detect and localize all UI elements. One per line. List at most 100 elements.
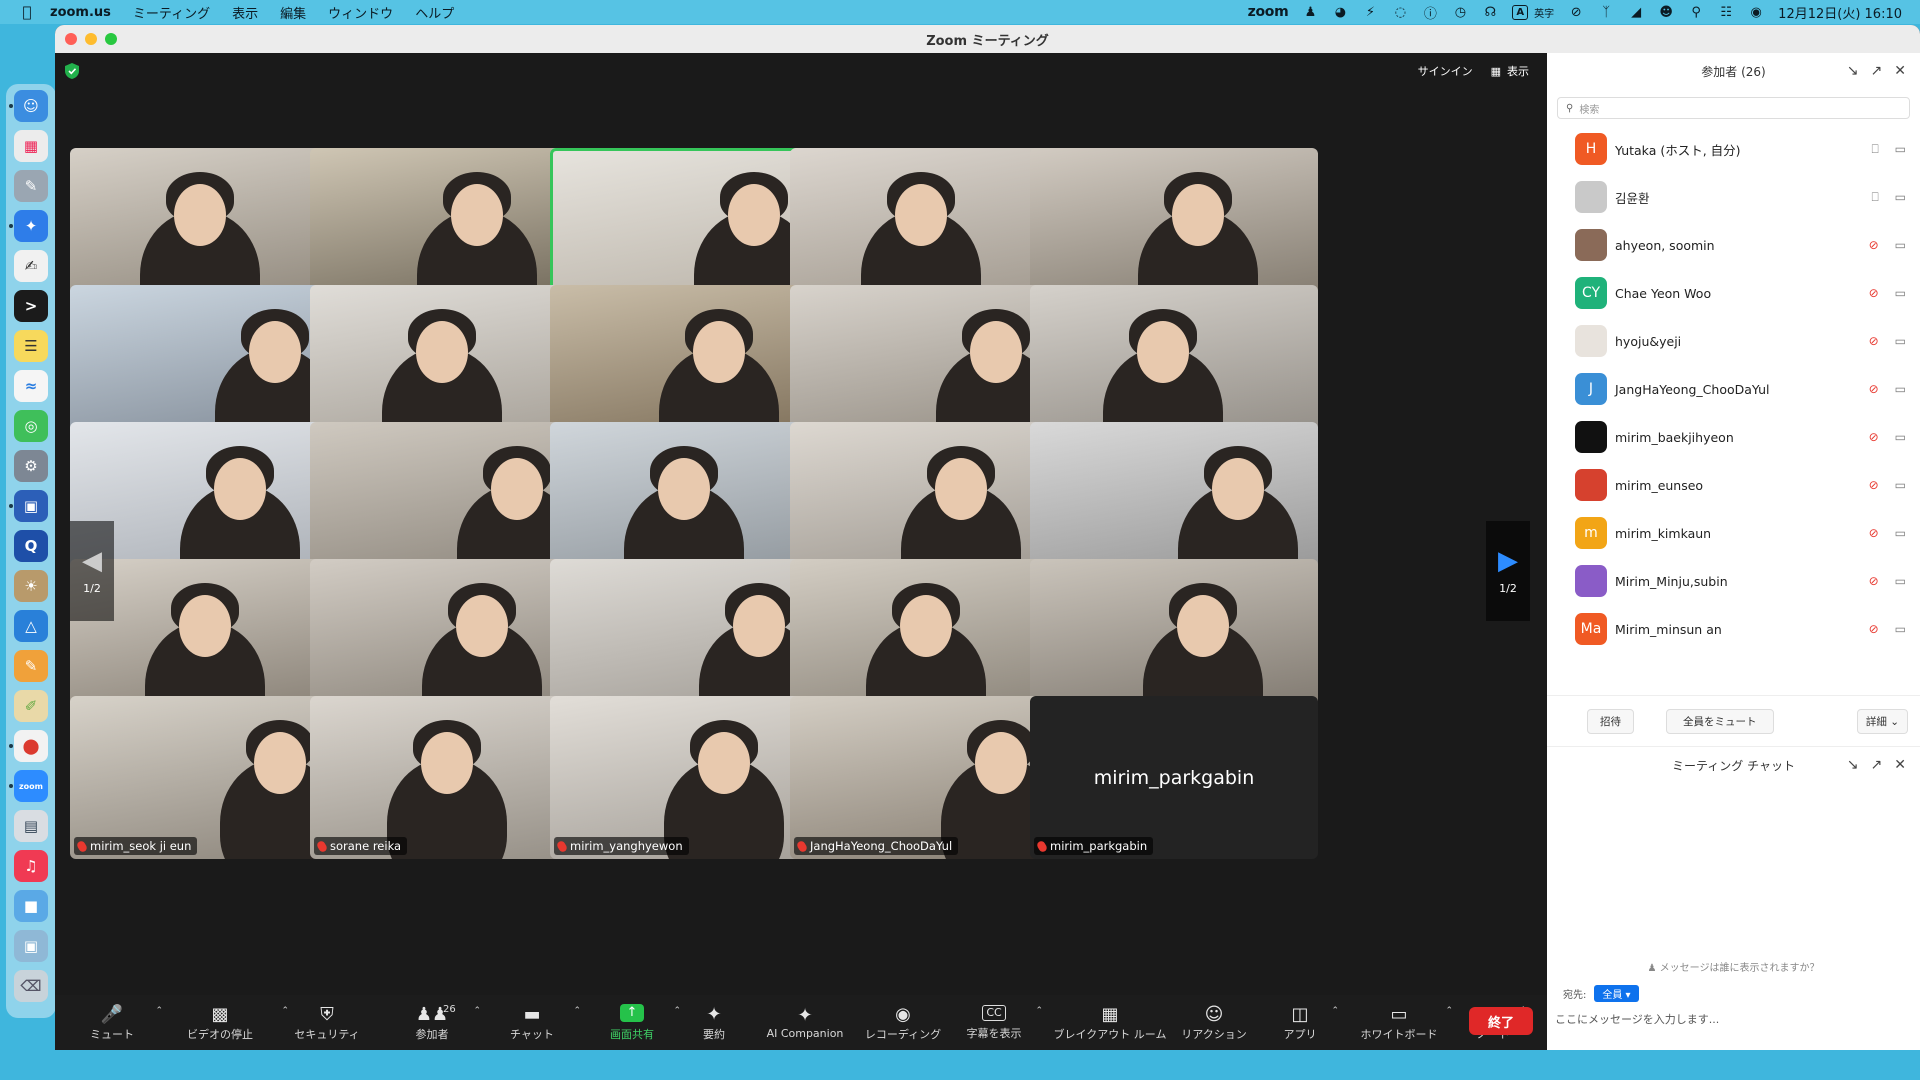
quicktime-icon[interactable]: Q xyxy=(14,530,48,562)
video-camera-icon[interactable]: ▭ xyxy=(1895,526,1906,540)
stop-video-button[interactable]: ▩ ビデオの停止 ⌃ xyxy=(165,998,289,1048)
whiteboard-options-caret[interactable]: ⌃ xyxy=(1445,1006,1453,1016)
summary-button[interactable]: ✦ 要約 xyxy=(689,998,739,1048)
participant-row[interactable]: mirim_eunseo ⊘ ▭ xyxy=(1547,461,1920,509)
chat-message-input[interactable] xyxy=(1555,1009,1895,1029)
siri-icon[interactable]: ◉ xyxy=(1748,4,1764,20)
script-editor-icon[interactable]: ✍ xyxy=(14,250,48,282)
menu-help[interactable]: ヘルプ xyxy=(415,3,454,22)
zoom-status-item[interactable]: zoom xyxy=(1248,4,1289,20)
record-button[interactable]: ◉ レコーディング xyxy=(861,998,945,1048)
script-icon[interactable]: ✐ xyxy=(14,690,48,722)
finder-icon[interactable]: ☺ xyxy=(9,90,48,122)
video-camera-icon[interactable]: ▭ xyxy=(1895,430,1906,444)
ai-companion-button[interactable]: ✦ AI Companion xyxy=(757,998,853,1048)
zoom-dock-icon[interactable]: zoom xyxy=(9,770,48,802)
terminal-icon[interactable]: > xyxy=(14,290,48,322)
participant-row[interactable]: CY Chae Yeon Woo ⊘ ▭ xyxy=(1547,269,1920,317)
breakout-rooms-button[interactable]: ▦ ブレイクアウト ルーム xyxy=(1051,998,1169,1048)
music-icon[interactable]: ♫ xyxy=(14,850,48,882)
invite-button[interactable]: 招待 xyxy=(1587,708,1634,734)
control-center-icon[interactable]: ☷ xyxy=(1718,4,1734,20)
pages-icon[interactable]: ✎ xyxy=(14,650,48,682)
security-button[interactable]: ⛨ セキュリティ xyxy=(287,998,367,1048)
bolt-icon[interactable]: ⚡ xyxy=(1362,4,1378,20)
mute-all-button[interactable]: 全員をミュート xyxy=(1666,708,1774,734)
wifi-icon[interactable]: ◢ xyxy=(1628,4,1644,20)
close-icon[interactable]: ✕ xyxy=(1894,63,1906,79)
mic-muted-icon[interactable]: ⊘ xyxy=(1869,526,1879,540)
participant-search[interactable]: ⚲ 検索 xyxy=(1557,97,1910,119)
menu-window[interactable]: ウィンドウ xyxy=(328,3,393,22)
video-camera-icon[interactable]: ▭ xyxy=(1895,574,1906,588)
popout-icon[interactable]: ↗ xyxy=(1871,63,1883,79)
chat-collapse-icon[interactable]: ↘ xyxy=(1847,757,1859,773)
findmy-icon[interactable]: ◎ xyxy=(14,410,48,442)
participant-row[interactable]: Mirim_Minju,subin ⊘ ▭ xyxy=(1547,557,1920,605)
wifi-off-icon[interactable]: ⊘ xyxy=(1568,4,1584,20)
participant-row[interactable]: Ma Mirim_minsun an ⊘ ▭ xyxy=(1547,605,1920,653)
chrome-icon[interactable]: ⬤ xyxy=(9,730,48,762)
participants-button[interactable]: ♟♟ 26 参加者 ⌃ xyxy=(397,998,482,1048)
encryption-shield-icon[interactable] xyxy=(65,63,79,79)
bluetooth-icon[interactable]: ᛉ xyxy=(1598,4,1614,20)
keynote-icon[interactable]: △ xyxy=(14,610,48,642)
previous-page-button[interactable]: ◀ 1/2 xyxy=(70,521,114,621)
video-camera-icon[interactable]: ▭ xyxy=(1895,622,1906,636)
freeform-icon[interactable]: ≈ xyxy=(14,370,48,402)
chat-close-icon[interactable]: ✕ xyxy=(1894,757,1906,773)
recipient-select[interactable]: 全員 ▾ xyxy=(1594,985,1639,1002)
info-icon[interactable]: ⓘ xyxy=(1422,4,1438,22)
menu-edit[interactable]: 編集 xyxy=(280,3,306,22)
share-options-caret[interactable]: ⌃ xyxy=(673,1006,681,1016)
video-tile[interactable]: mirim_parkgabin mirim_parkgabin xyxy=(1030,696,1318,859)
user-icon[interactable]: ☻ xyxy=(1658,4,1674,20)
menu-meeting[interactable]: ミーティング xyxy=(133,3,210,22)
screenshot-folder-icon[interactable]: ▣ xyxy=(14,930,48,962)
video-camera-icon[interactable]: ▭ xyxy=(1895,238,1906,252)
participant-row[interactable]: H Yutaka (ホスト, 自分) ⎕ ▭ xyxy=(1547,125,1920,173)
end-meeting-button[interactable]: 終了 xyxy=(1469,1007,1533,1035)
mic-muted-icon[interactable]: ⊘ xyxy=(1869,334,1879,348)
participant-row[interactable]: hyoju&yeji ⊘ ▭ xyxy=(1547,317,1920,365)
preview-icon[interactable]: ✎ xyxy=(14,170,48,202)
apps-options-caret[interactable]: ⌃ xyxy=(1331,1006,1339,1016)
share-screen-button[interactable]: ↑ 画面共有 ⌃ xyxy=(597,998,681,1048)
notes-icon[interactable]: ☰ xyxy=(14,330,48,362)
mic-muted-icon[interactable]: ⊘ xyxy=(1869,574,1879,588)
mute-options-caret[interactable]: ⌃ xyxy=(155,1006,163,1016)
zoom-window-button[interactable] xyxy=(105,33,117,45)
reactions-button[interactable]: ☺ リアクション xyxy=(1179,998,1249,1048)
video-camera-icon[interactable]: ▭ xyxy=(1895,382,1906,396)
captions-options-caret[interactable]: ⌃ xyxy=(1035,1006,1043,1016)
video-camera-icon[interactable]: ▭ xyxy=(1895,286,1906,300)
participants-options-caret[interactable]: ⌃ xyxy=(473,1006,481,1016)
chat-options-caret[interactable]: ⌃ xyxy=(573,1006,581,1016)
accessibility-icon[interactable]: ◕ xyxy=(1332,4,1348,20)
minimize-window-button[interactable] xyxy=(85,33,97,45)
video-camera-icon[interactable]: ▭ xyxy=(1895,142,1906,157)
person-icon[interactable]: ♟ xyxy=(1302,4,1318,20)
airplay-icon[interactable]: ◌ xyxy=(1392,4,1408,20)
more-button[interactable]: 詳細 ⌄ xyxy=(1856,708,1908,734)
participant-row[interactable]: 김윤환 ⎕ ▭ xyxy=(1547,173,1920,221)
signin-button[interactable]: サインイン xyxy=(1418,63,1473,79)
participant-row[interactable]: m mirim_kimkaun ⊘ ▭ xyxy=(1547,509,1920,557)
captions-button[interactable]: CC 字幕を表示 ⌃ xyxy=(959,998,1043,1048)
next-page-button[interactable]: ▶ 1/2 xyxy=(1486,521,1530,621)
mic-muted-icon[interactable]: ⊘ xyxy=(1869,382,1879,396)
participant-row[interactable]: J JangHaYeong_ChooDaYul ⊘ ▭ xyxy=(1547,365,1920,413)
menu-view[interactable]: 表示 xyxy=(232,3,258,22)
participant-row[interactable]: mirim_baekjihyeon ⊘ ▭ xyxy=(1547,413,1920,461)
mic-muted-icon[interactable]: ⊘ xyxy=(1869,430,1879,444)
system-settings-icon[interactable]: ⚙ xyxy=(14,450,48,482)
microphone-icon[interactable]: ⎕ xyxy=(1871,190,1878,205)
sun-app-icon[interactable]: ☀ xyxy=(14,570,48,602)
close-window-button[interactable] xyxy=(65,33,77,45)
chat-popout-icon[interactable]: ↗ xyxy=(1871,757,1883,773)
collapse-icon[interactable]: ↘ xyxy=(1847,63,1859,79)
chat-button[interactable]: ▬ チャット ⌃ xyxy=(497,998,581,1048)
participant-row[interactable]: ahyeon, soomin ⊘ ▭ xyxy=(1547,221,1920,269)
menu-clock[interactable]: 12月12日(火) 16:10 xyxy=(1778,3,1902,22)
launchpad-icon[interactable]: ▦ xyxy=(14,130,48,162)
